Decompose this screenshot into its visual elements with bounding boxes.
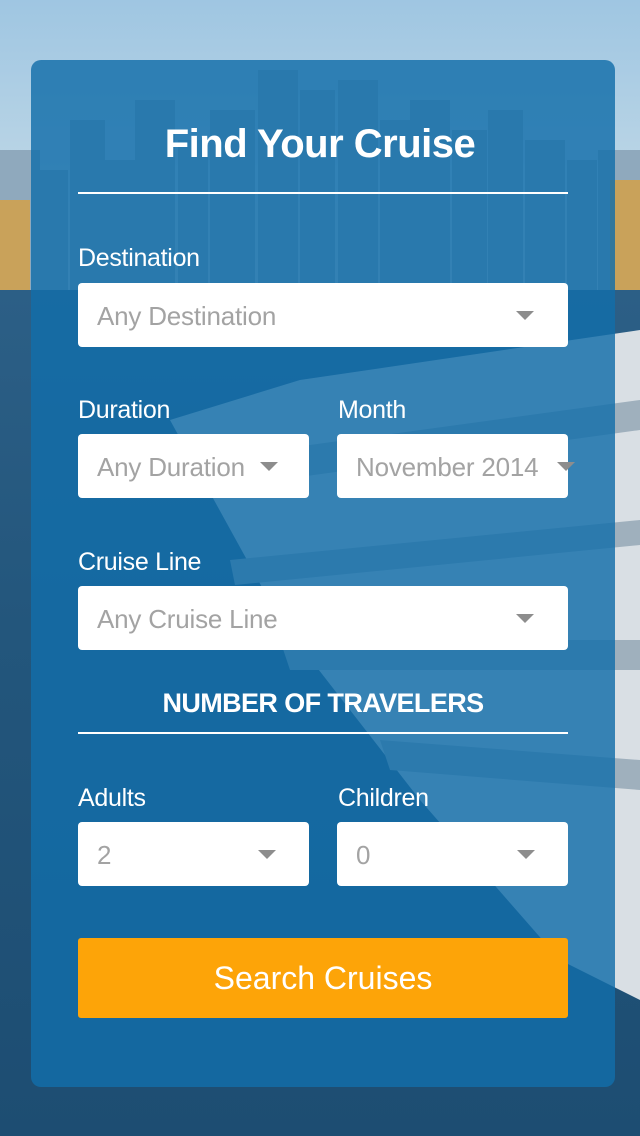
travelers-heading: NUMBER OF TRAVELERS [162, 688, 484, 718]
duration-value: Any Duration [97, 452, 245, 482]
destination-select[interactable]: Any Destination [78, 283, 568, 347]
chevron-down-icon [557, 462, 575, 471]
month-select[interactable]: November 2014 [337, 434, 575, 498]
destination-value: Any Destination [97, 301, 277, 331]
adults-select[interactable]: 2 [78, 822, 309, 886]
travelers-divider [78, 732, 568, 734]
page-title: Find Your Cruise [164, 122, 476, 166]
adults-label: Adults [78, 784, 146, 812]
chevron-down-icon [260, 462, 278, 471]
chevron-down-icon [517, 850, 535, 859]
chevron-down-icon [516, 311, 534, 320]
duration-select[interactable]: Any Duration [78, 434, 309, 498]
title-divider [78, 192, 568, 194]
children-select[interactable]: 0 [337, 822, 568, 886]
month-value: November 2014 [356, 452, 539, 482]
cruise-line-value: Any Cruise Line [97, 604, 278, 634]
duration-label: Duration [78, 396, 171, 424]
chevron-down-icon [258, 850, 276, 859]
chevron-down-icon [516, 614, 534, 623]
month-label: Month [338, 396, 406, 424]
cruise-line-label: Cruise Line [78, 548, 202, 576]
destination-label: Destination [78, 244, 200, 272]
cruise-line-select[interactable]: Any Cruise Line [78, 586, 568, 650]
search-cruises-button[interactable]: Search Cruises [78, 938, 568, 1018]
adults-value: 2 [97, 840, 112, 870]
children-label: Children [338, 784, 429, 812]
children-value: 0 [356, 840, 371, 870]
